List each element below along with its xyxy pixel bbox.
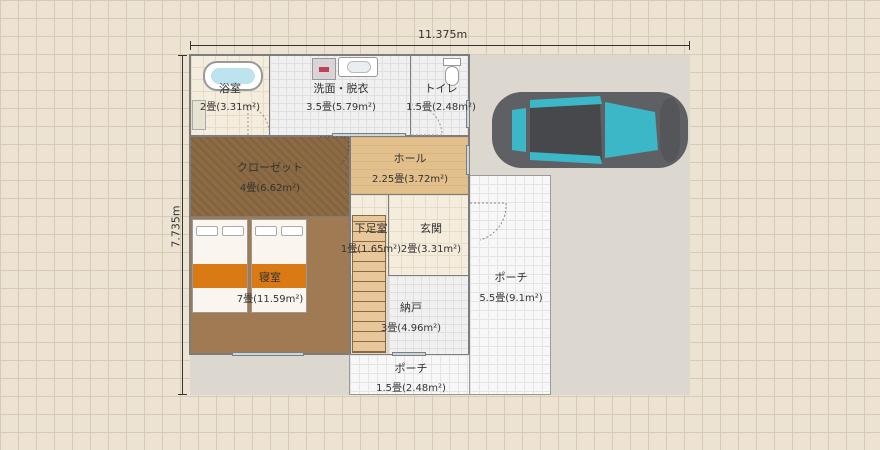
room-bath-area: 2畳(3.31m²)	[199, 102, 261, 113]
room-bath-name: 浴室	[219, 82, 241, 95]
room-shoe-room-area: 1畳(1.65m²)	[340, 244, 402, 255]
room-porch-small-name: ポーチ	[394, 362, 428, 375]
room-closet-area: 4畳(6.62m²)	[239, 183, 301, 194]
room-shoe-room-name: 下足室	[354, 222, 388, 235]
room-bedroom-area: 7畳(11.59m²)	[236, 294, 304, 305]
room-closet-name: クローゼット	[237, 161, 303, 174]
room-porch-large-name: ポーチ	[494, 271, 528, 284]
room-washroom-area: 3.5畳(5.79m²)	[306, 102, 376, 113]
room-hall-name: ホール	[393, 152, 427, 165]
room-bedroom-name: 寝室	[259, 271, 281, 284]
room-storage-area: 3畳(4.96m²)	[380, 323, 442, 334]
room-toilet-area: 1.5畳(2.48m²)	[406, 102, 476, 113]
room-porch-small-area: 1.5畳(2.48m²)	[376, 383, 446, 394]
room-hall-area: 2.25畳(3.72m²)	[371, 174, 449, 185]
room-toilet-name: トイレ	[424, 82, 458, 95]
car-icon	[492, 92, 688, 168]
room-entrance-name: 玄関	[420, 222, 442, 235]
room-porch-large-area: 5.5畳(9.1m²)	[479, 293, 543, 304]
room-storage-name: 納戸	[400, 301, 422, 314]
floor-plan: 浴室 2畳(3.31m²) 洗面・脱衣 3.5畳(5.79m²) トイレ 1.5…	[0, 0, 880, 450]
room-washroom-name: 洗面・脱衣	[313, 82, 369, 95]
room-entrance-area: 2畳(3.31m²)	[400, 244, 462, 255]
